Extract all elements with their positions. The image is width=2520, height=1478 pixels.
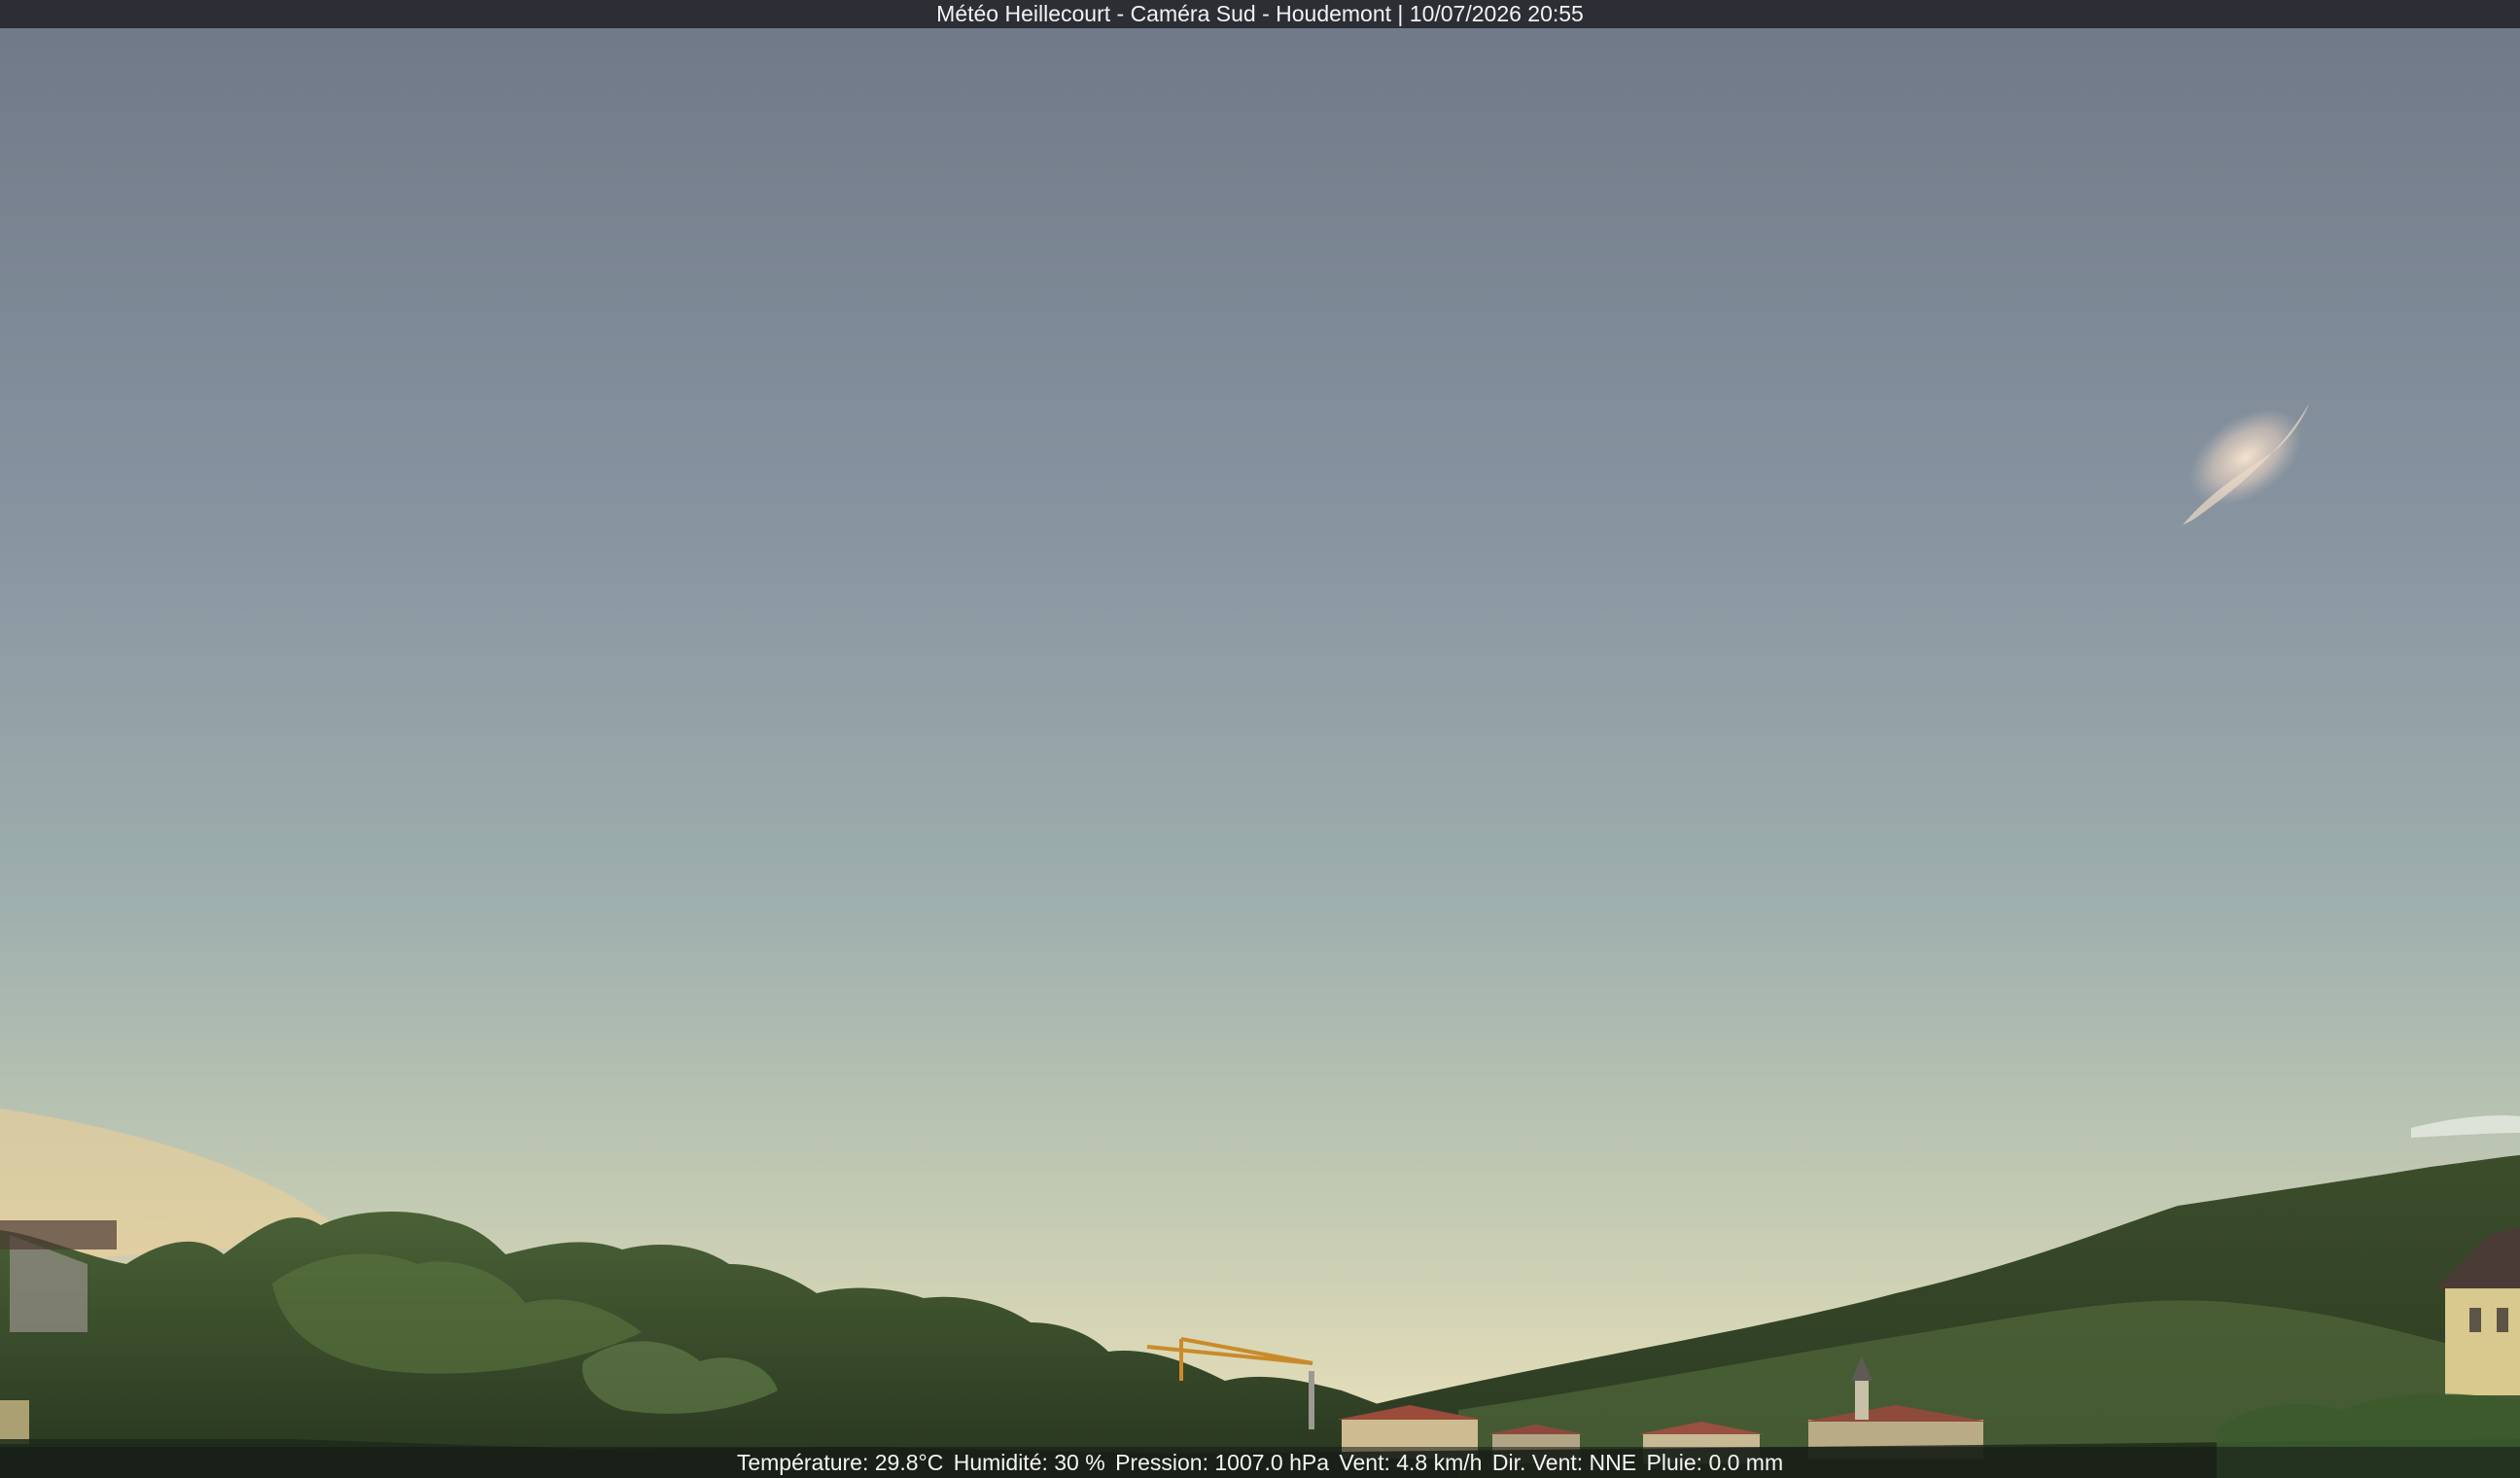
weather-info-bar: Température: 29.8°C Humidité: 30 % Press… xyxy=(0,1447,2520,1478)
camera-title-bar: Météo Heillecourt - Caméra Sud - Houdemo… xyxy=(0,0,2520,28)
wind-speed-reading: Vent: 4.8 km/h xyxy=(1339,1450,1483,1475)
camera-title: Météo Heillecourt - Caméra Sud - Houdemo… xyxy=(936,1,1584,26)
pressure-reading: Pression: 1007.0 hPa xyxy=(1115,1450,1330,1475)
temperature-reading: Température: 29.8°C xyxy=(736,1450,944,1475)
rain-reading: Pluie: 0.0 mm xyxy=(1646,1450,1784,1475)
humidity-reading: Humidité: 30 % xyxy=(953,1450,1105,1475)
house-left-roof xyxy=(0,1220,117,1249)
landscape-scene xyxy=(0,0,2520,1478)
webcam-image: Météo Heillecourt - Caméra Sud - Houdemo… xyxy=(0,0,2520,1478)
wind-direction-reading: Dir. Vent: NNE xyxy=(1491,1450,1637,1475)
